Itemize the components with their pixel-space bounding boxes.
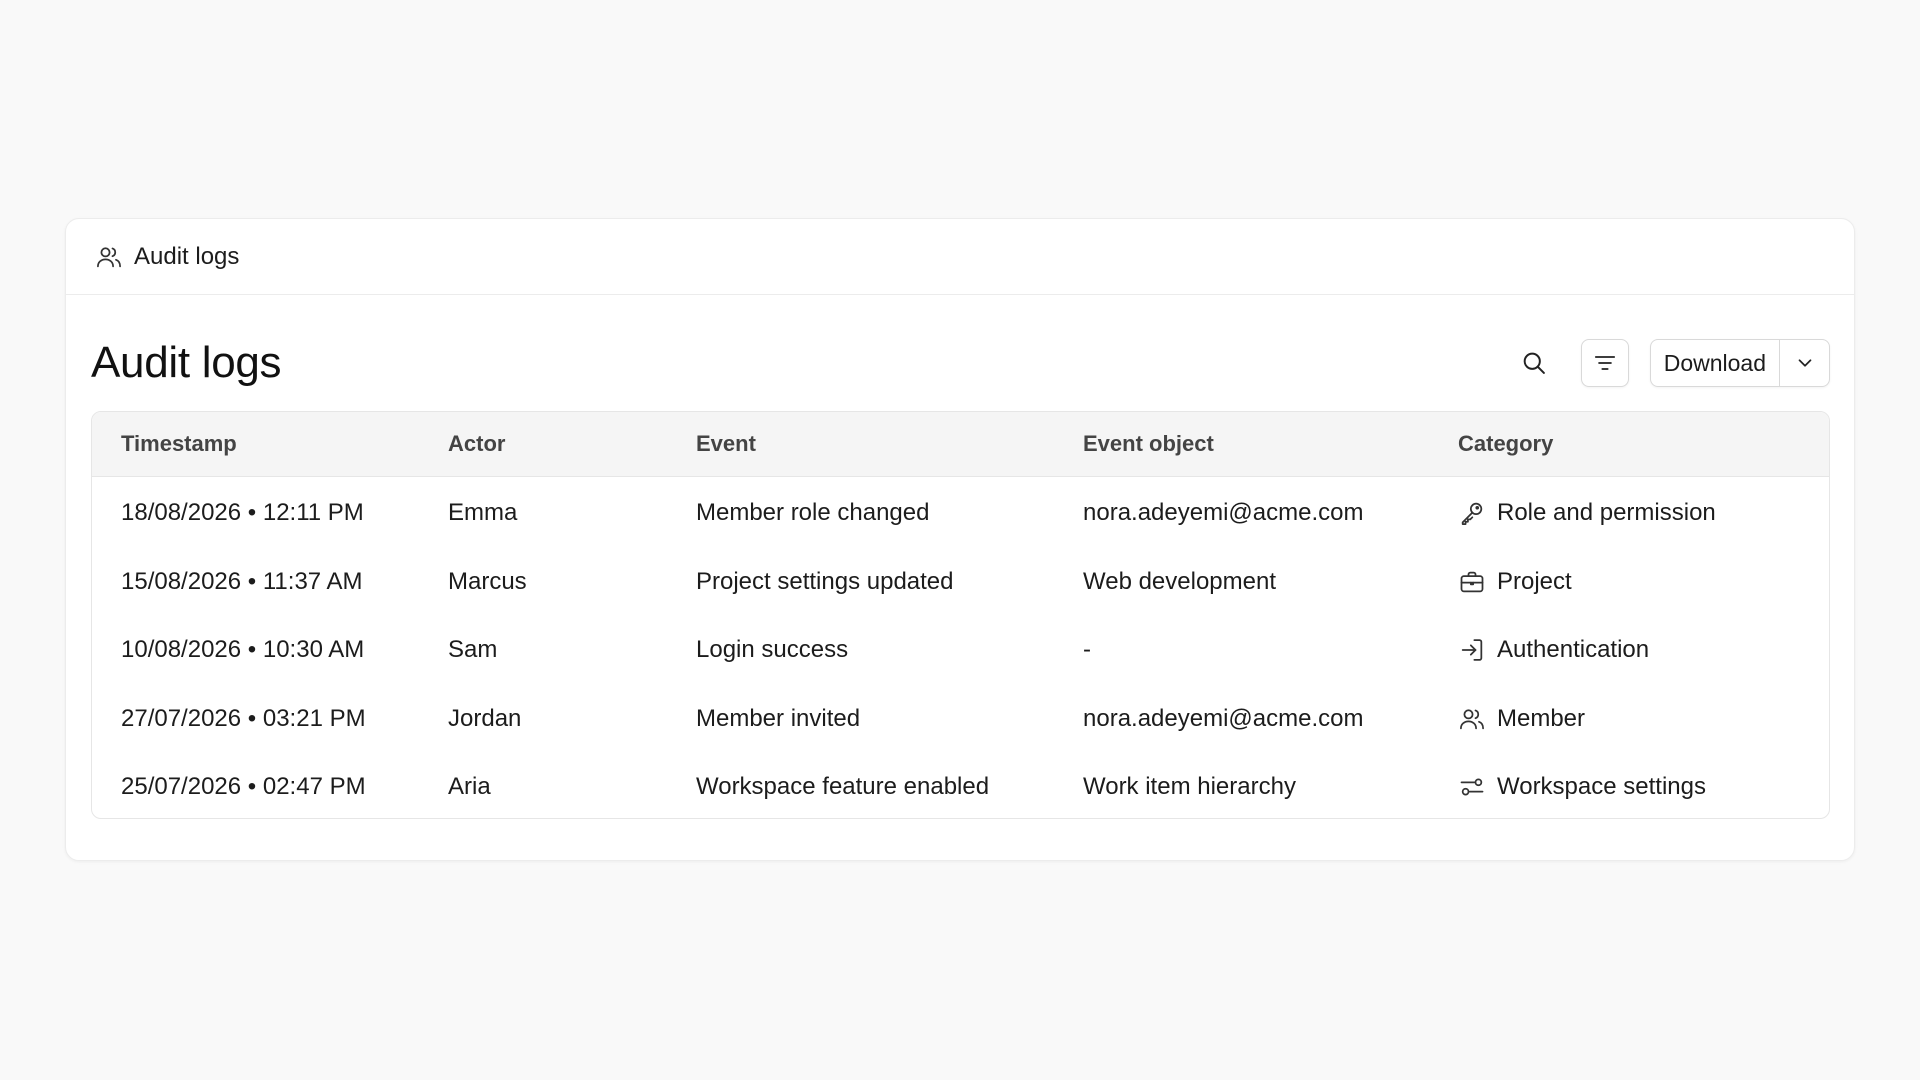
table-row[interactable]: 18/08/2026 • 12:11 PM Emma Member role c… [92,479,1829,548]
briefcase-icon [1458,568,1486,596]
column-header-event-object[interactable]: Event object [1083,431,1458,457]
users-icon [95,243,123,271]
actor-cell: Aria [448,773,491,801]
category-label: Project [1497,567,1572,595]
settings-sliders-icon [1458,773,1486,801]
event-object-cell: Web development [1083,567,1277,595]
chevron-down-icon [1794,352,1816,374]
filter-icon [1592,350,1618,376]
download-options-button[interactable] [1780,340,1829,386]
timestamp-cell: 15/08/2026 • 11:37 AM [121,567,363,595]
timestamp-cell: 27/07/2026 • 03:21 PM [121,704,366,732]
table-row[interactable]: 25/07/2026 • 02:47 PM Aria Workspace fea… [92,753,1829,818]
column-header-actor[interactable]: Actor [448,431,696,457]
category-cell: Workspace settings [1458,773,1829,801]
event-cell: Workspace feature enabled [696,773,990,801]
audit-logs-table: Timestamp Actor Event Event object Categ… [91,411,1830,819]
category-label: Role and permission [1497,499,1716,527]
event-object-cell: Work item hierarchy [1083,773,1296,801]
event-cell: Member role changed [696,499,930,527]
category-cell: Role and permission [1458,499,1829,527]
toolbar: Audit logs Download [91,337,1830,389]
table-body: 18/08/2026 • 12:11 PM Emma Member role c… [92,477,1829,818]
event-object-cell: nora.adeyemi@acme.com [1083,704,1364,732]
audit-logs-card: Audit logs Audit logs Download Timestamp… [65,218,1855,861]
timestamp-cell: 25/07/2026 • 02:47 PM [121,773,366,801]
search-icon [1520,349,1548,377]
breadcrumb-title: Audit logs [134,242,240,270]
page-title: Audit logs [91,338,282,387]
table-row[interactable]: 10/08/2026 • 10:30 AM Sam Login success … [92,616,1829,685]
timestamp-cell: 18/08/2026 • 12:11 PM [121,499,364,527]
filter-button[interactable] [1580,339,1629,387]
category-cell: Member [1458,705,1829,733]
event-object-cell: nora.adeyemi@acme.com [1083,499,1364,527]
actor-cell: Sam [448,636,498,664]
users-icon [1458,705,1486,733]
column-header-timestamp[interactable]: Timestamp [92,431,448,457]
download-split-button: Download [1649,339,1830,387]
toolbar-actions: Download [1510,339,1830,387]
actor-cell: Jordan [448,704,522,732]
search-button[interactable] [1510,339,1558,387]
category-label: Member [1497,704,1586,732]
event-cell: Project settings updated [696,567,954,595]
category-cell: Authentication [1458,636,1829,664]
category-label: Authentication [1497,636,1650,664]
download-button[interactable]: Download [1651,340,1780,386]
table-row[interactable]: 15/08/2026 • 11:37 AM Marcus Project set… [92,548,1829,617]
table-header: Timestamp Actor Event Event object Categ… [92,412,1829,477]
key-icon [1458,499,1486,527]
actor-cell: Marcus [448,567,527,595]
event-cell: Member invited [696,704,861,732]
column-header-category[interactable]: Category [1458,431,1829,457]
column-header-event[interactable]: Event [696,431,1083,457]
category-label: Workspace settings [1497,773,1706,801]
event-object-cell: - [1083,636,1091,664]
login-icon [1458,636,1486,664]
timestamp-cell: 10/08/2026 • 10:30 AM [121,636,365,664]
category-cell: Project [1458,568,1829,596]
event-cell: Login success [696,636,849,664]
card-header: Audit logs [66,219,1854,295]
actor-cell: Emma [448,499,518,527]
table-row[interactable]: 27/07/2026 • 03:21 PM Jordan Member invi… [92,685,1829,754]
